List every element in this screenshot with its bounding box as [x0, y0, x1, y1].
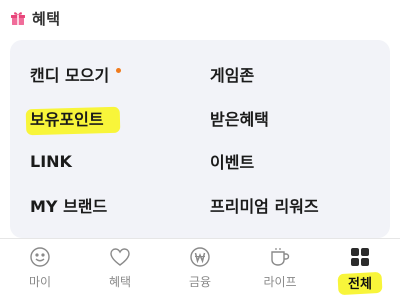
section-header: 혜택: [10, 6, 61, 30]
menu-item-my-brand[interactable]: MY 브랜드: [28, 192, 111, 218]
nav-label: 라이프: [263, 275, 297, 289]
menu-item-points[interactable]: 보유포인트: [28, 105, 108, 131]
nav-label: 혜택: [108, 275, 132, 289]
nav-label: 마이: [28, 275, 52, 289]
menu-item-label: MY 브랜드: [30, 197, 108, 216]
heart-icon: [110, 248, 130, 266]
benefit-screen: 혜택 캔디 모으기 보유포인트 LINK MY 브랜드 게임존 받은혜택 이벤트…: [0, 0, 400, 300]
menu-item-label: 이벤트: [210, 153, 255, 172]
menu-item-label: 프리미엄 리워즈: [210, 197, 319, 216]
menu-item-label: LINK: [30, 151, 72, 171]
nav-label: 금융: [188, 275, 212, 289]
nav-item-life[interactable]: 라이프: [245, 245, 315, 290]
gift-icon: [11, 12, 25, 25]
menu-item-received-benefits[interactable]: 받은혜택: [208, 105, 273, 131]
bottom-nav: 마이 혜택 금융 라이프 전체: [0, 238, 400, 300]
menu-item-game-zone[interactable]: 게임존: [208, 61, 258, 87]
menu-item-link[interactable]: LINK: [28, 148, 76, 174]
new-dot-badge: [116, 67, 122, 73]
grid-icon: [351, 248, 369, 266]
benefit-menu-card: 캔디 모으기 보유포인트 LINK MY 브랜드 게임존 받은혜택 이벤트 프리…: [10, 40, 390, 238]
nav-item-finance[interactable]: 금융: [165, 245, 235, 290]
highlight-mark: 전체: [348, 273, 372, 292]
won-coin-icon: [190, 247, 210, 267]
smile-icon: [30, 247, 50, 267]
nav-item-my[interactable]: 마이: [5, 245, 75, 290]
nav-item-all[interactable]: 전체: [325, 245, 395, 292]
menu-item-label: 받은혜택: [210, 110, 269, 129]
menu-item-premium-rewards[interactable]: 프리미엄 리워즈: [208, 192, 323, 218]
section-title: 혜택: [32, 9, 61, 28]
highlight-mark: 보유포인트: [28, 106, 108, 130]
menu-item-label: 게임존: [210, 66, 255, 85]
menu-item-label: 캔디 모으기: [30, 66, 110, 85]
nav-item-benefits[interactable]: 혜택: [85, 245, 155, 290]
menu-item-event[interactable]: 이벤트: [208, 148, 258, 174]
menu-item-candy[interactable]: 캔디 모으기: [28, 61, 122, 87]
nav-label: 전체: [348, 277, 372, 292]
menu-item-label: 보유포인트: [30, 110, 104, 129]
cup-icon: [271, 248, 290, 266]
